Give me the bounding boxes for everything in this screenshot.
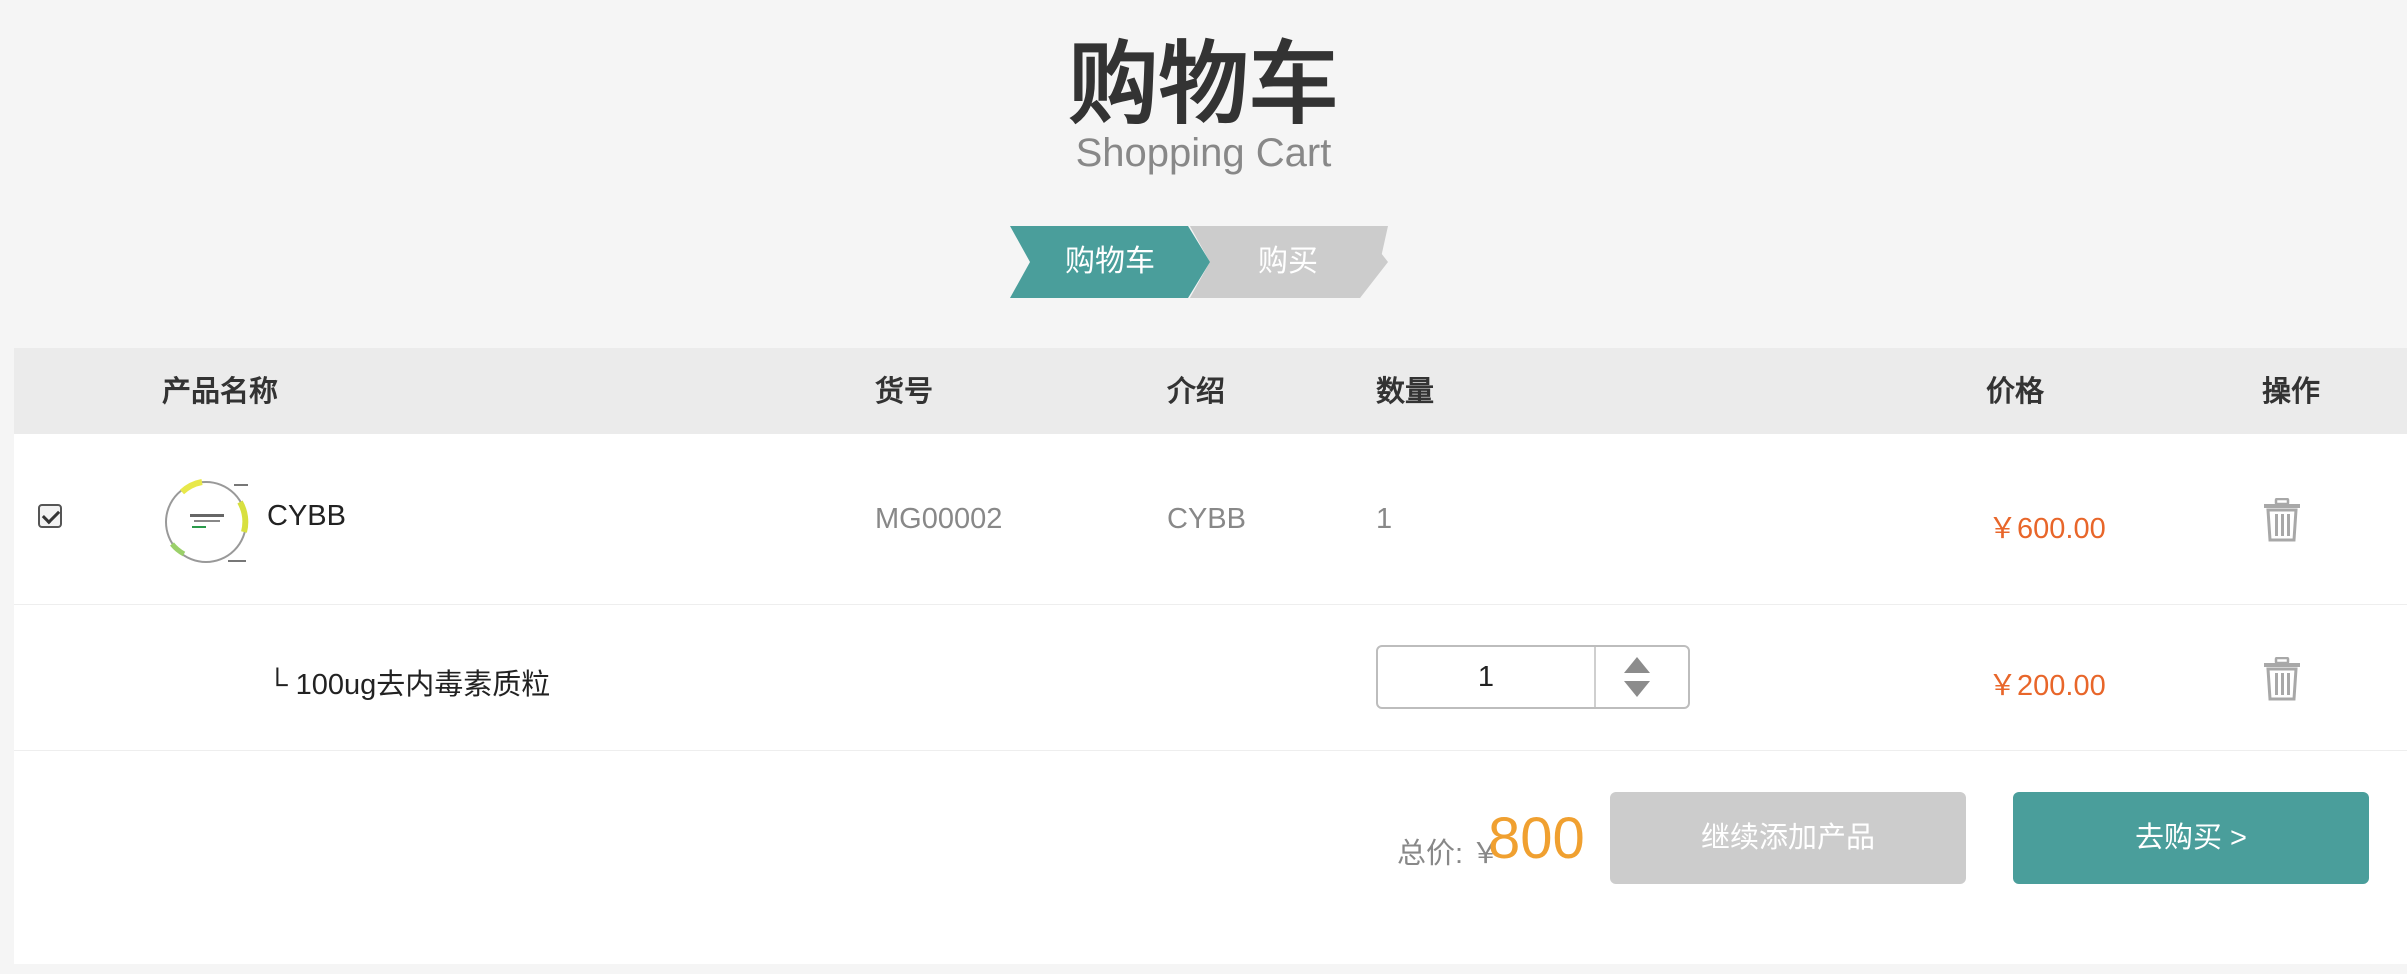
product-thumbnail bbox=[165, 479, 249, 563]
checkout-steps: 购物车 购买 bbox=[1008, 226, 1388, 298]
cart-panel: 产品名称 货号 介绍 数量 价格 操作 CYBB MG00002 CYBB 1 … bbox=[14, 348, 2407, 964]
item-checkbox[interactable] bbox=[38, 504, 62, 528]
sub-item-name: └ 100ug去内毒素质粒 bbox=[267, 669, 551, 701]
product-name[interactable]: CYBB bbox=[267, 500, 346, 533]
increment-arrow-icon[interactable] bbox=[1624, 657, 1650, 673]
decrement-arrow-icon[interactable] bbox=[1624, 681, 1650, 697]
table-header: 产品名称 货号 介绍 数量 价格 操作 bbox=[14, 348, 2407, 434]
step-cart[interactable]: 购物车 bbox=[1030, 226, 1190, 298]
column-sku: 货号 bbox=[875, 374, 934, 408]
product-price: ￥600.00 bbox=[1988, 513, 2106, 545]
page-title: 购物车 bbox=[1068, 32, 1339, 137]
table-row-sub-item: └ 100ug去内毒素质粒 1 ￥200.00 bbox=[14, 605, 2407, 751]
trash-icon[interactable] bbox=[2262, 657, 2302, 701]
table-row: CYBB MG00002 CYBB 1 ￥600.00 bbox=[14, 434, 2407, 605]
product-quantity: 1 bbox=[1376, 503, 1393, 535]
page-subtitle: Shopping Cart bbox=[1075, 131, 1332, 175]
column-intro: 介绍 bbox=[1167, 374, 1226, 408]
trash-icon[interactable] bbox=[2262, 498, 2302, 542]
column-quantity: 数量 bbox=[1376, 374, 1435, 408]
column-price: 价格 bbox=[1986, 374, 2045, 408]
sub-item-price: ￥200.00 bbox=[1988, 670, 2106, 702]
total-label: 总价: ￥ bbox=[1397, 838, 1501, 870]
quantity-stepper[interactable]: 1 bbox=[1376, 645, 1690, 709]
quantity-input[interactable]: 1 bbox=[1378, 647, 1596, 707]
product-intro: CYBB bbox=[1167, 503, 1246, 535]
column-product-name: 产品名称 bbox=[162, 374, 279, 408]
total-amount: 800 bbox=[1488, 806, 1585, 871]
product-sku: MG00002 bbox=[875, 503, 1003, 535]
column-actions: 操作 bbox=[2262, 374, 2321, 408]
checkout-button[interactable]: 去购买 > bbox=[2013, 792, 2369, 884]
continue-shopping-button[interactable]: 继续添加产品 bbox=[1610, 792, 1966, 884]
step-buy[interactable]: 购买 bbox=[1208, 226, 1368, 298]
